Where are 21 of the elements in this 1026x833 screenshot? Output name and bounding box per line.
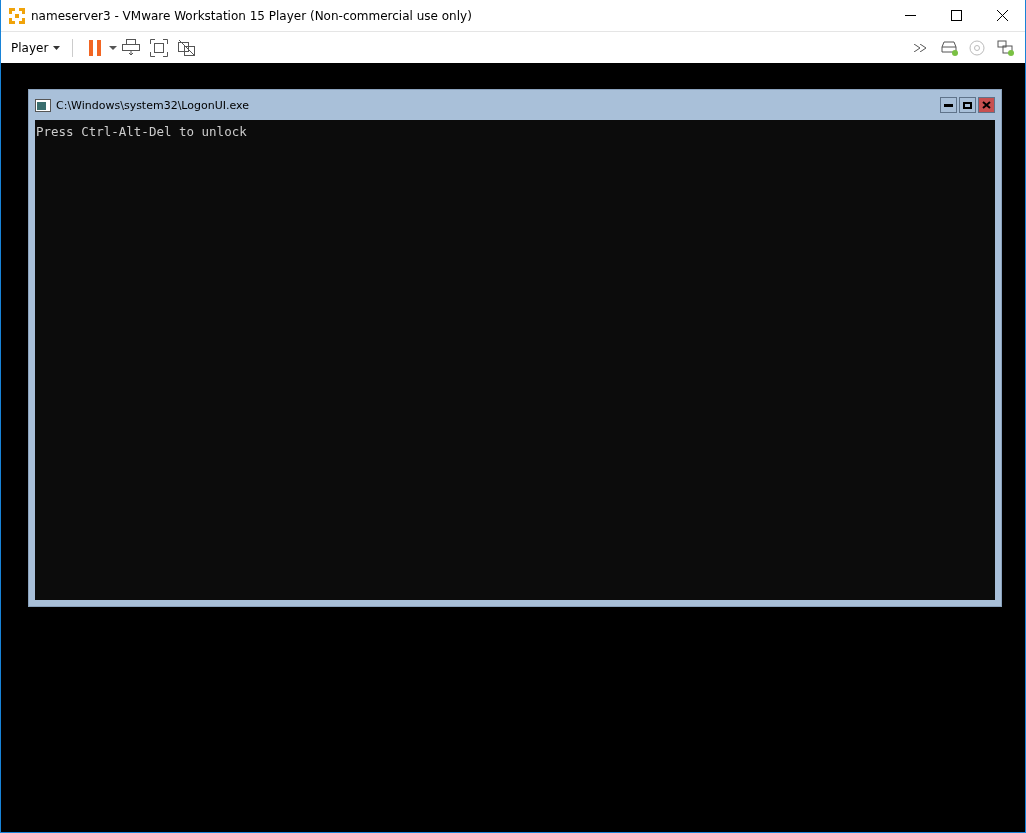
fullscreen-icon[interactable] [150, 38, 169, 57]
double-chevron-icon[interactable] [914, 43, 928, 52]
player-menu[interactable]: Player [7, 38, 65, 57]
maximize-icon[interactable] [950, 10, 962, 21]
console-close-button[interactable] [978, 97, 995, 113]
console-minimize-button[interactable] [940, 97, 957, 113]
window-title: nameserver3 - VMware Workstation 15 Player (Non-commercial use only) [31, 8, 473, 23]
caret-icon[interactable] [109, 45, 118, 50]
app-logo-icon [9, 7, 25, 24]
network-adapter-icon[interactable] [995, 38, 1015, 57]
console-title: C:\Windows\system32\LogonUI.exe [56, 98, 251, 112]
minimize-icon[interactable] [904, 15, 916, 16]
hard-disk-icon[interactable] [939, 38, 959, 57]
console-maximize-button[interactable] [959, 97, 976, 113]
pause-icon[interactable] [89, 39, 102, 56]
maximize-icon[interactable] [963, 101, 972, 109]
minimize-icon[interactable] [944, 103, 953, 107]
caret-icon[interactable] [53, 45, 61, 50]
close-icon[interactable] [996, 10, 1008, 21]
console-icon [35, 98, 51, 112]
console-text: Press Ctrl-Alt-Del to unlock [36, 124, 247, 139]
